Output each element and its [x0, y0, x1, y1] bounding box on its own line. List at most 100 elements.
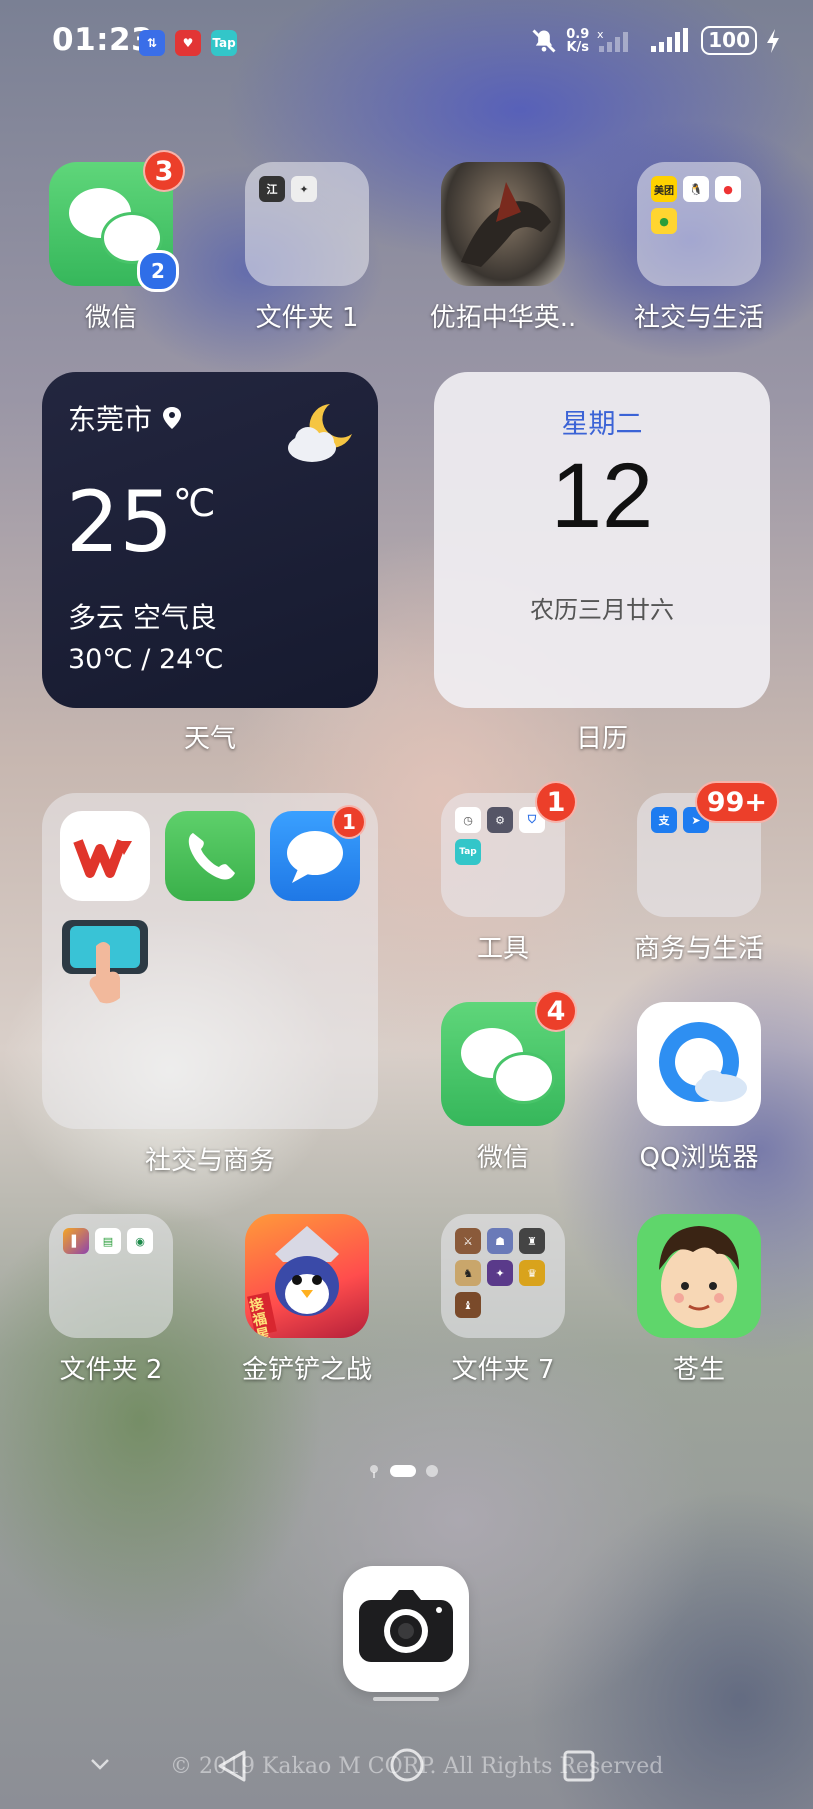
- status-right-group: 0.9 K/s x 100: [530, 26, 781, 55]
- weather-range: 30℃ / 24℃: [68, 644, 224, 675]
- taptap-icon: Tap: [455, 839, 481, 865]
- game-icon-7: ♝: [455, 1292, 481, 1318]
- app-label: 微信: [476, 1143, 529, 1173]
- net-speed-value: 0.9: [566, 26, 590, 42]
- dock-indicator: [373, 1697, 439, 1701]
- svg-text:x: x: [597, 28, 604, 41]
- music-icon: ●: [651, 208, 677, 234]
- status-time: 01:23: [52, 22, 154, 58]
- weather-temp: 25: [66, 473, 173, 571]
- folder-label: 文件夹 1: [255, 303, 359, 333]
- game-icon-6: ♛: [519, 1260, 545, 1286]
- widget-label-weather: 天气: [183, 724, 236, 754]
- net-speed: 0.9 K/s: [566, 28, 589, 54]
- app-label: 优拓中华英..: [429, 303, 577, 333]
- qq-browser-icon: [637, 1002, 761, 1126]
- notification-badge: 3: [143, 150, 185, 192]
- wechat-icon: 4: [441, 990, 577, 1126]
- game-icon-1: ⚔: [455, 1228, 481, 1254]
- weather-desc: 多云 空气良: [68, 601, 217, 634]
- folder-icon: 支 ➤ 99+: [637, 781, 779, 917]
- app-youtuo[interactable]: 优拓中华英..: [430, 162, 576, 333]
- cloudy-moon-icon: [288, 404, 352, 462]
- game-icon-3: ♜: [519, 1228, 545, 1254]
- folder-label: 社交与商务: [144, 1146, 275, 1176]
- folder-label: 文件夹 7: [451, 1355, 555, 1385]
- page-dot: [426, 1465, 438, 1477]
- heart-app-icon: ♥: [175, 30, 201, 56]
- app-label: 苍生: [672, 1355, 725, 1385]
- clone-app-badge: 2: [137, 250, 179, 292]
- signal-icon: [651, 27, 689, 52]
- app-label: 微信: [84, 303, 137, 333]
- messages-icon[interactable]: 1: [270, 805, 366, 901]
- camera-icon: [359, 1590, 453, 1662]
- folder-business-life[interactable]: 支 ➤ 99+ 商务与生活: [634, 781, 779, 964]
- folder-1[interactable]: 江 ✦ 文件夹 1: [245, 162, 369, 333]
- folder-2[interactable]: ▌ ▤ ◉ 文件夹 2: [49, 1214, 173, 1385]
- cangsheng-icon: [637, 1214, 761, 1338]
- horse-warrior-art: [461, 182, 551, 267]
- game-icon-4: ♞: [455, 1260, 481, 1286]
- signal-empty-icon: x: [597, 28, 629, 52]
- cartoon-boy-face: [659, 1226, 739, 1328]
- recents-button-icon[interactable]: [561, 1748, 597, 1784]
- app-wechat[interactable]: 3 2 微信: [49, 150, 185, 333]
- home-button-icon[interactable]: [388, 1746, 426, 1784]
- net-speed-unit: K/s: [566, 39, 590, 55]
- jianghu-game-icon: 江: [259, 176, 285, 202]
- app-label: 金铲铲之战: [241, 1355, 372, 1385]
- calendar-widget[interactable]: 星期二 12 农历三月廿六: [434, 372, 770, 708]
- jinchanchan-game-icon: 接福星: [245, 1214, 369, 1338]
- app-jinchanchan[interactable]: 接福星 金铲铲之战: [242, 1214, 372, 1385]
- map-pin-icon: ●: [715, 176, 741, 202]
- app-wechat-clone[interactable]: 4 微信: [441, 990, 577, 1173]
- folder-icon: 江 ✦: [245, 162, 369, 286]
- youtuo-game-icon: [441, 162, 565, 286]
- game-icon-2: ☗: [487, 1228, 513, 1254]
- alipay-icon: 支: [651, 807, 677, 833]
- folder-tools[interactable]: ◷ ⚙ ⛉ Tap 1 工具: [441, 781, 577, 964]
- temp-unit: ℃: [172, 481, 216, 525]
- download-icon: ⇅: [139, 30, 165, 56]
- folder-label: 文件夹 2: [59, 1355, 163, 1385]
- taptap-icon: Tap: [211, 30, 237, 56]
- paint-brush-icon: ▌: [63, 1228, 89, 1254]
- widget-label-calendar: 日历: [575, 724, 628, 754]
- notification-badge: 1: [535, 781, 577, 823]
- calendar-lunar: 农历三月廿六: [530, 596, 674, 624]
- notification-badge: 1: [332, 805, 366, 839]
- mute-bell-icon: [532, 28, 556, 53]
- notification-badge: 99+: [694, 781, 779, 823]
- app-qq-browser[interactable]: QQ浏览器: [637, 1002, 761, 1173]
- folder-7[interactable]: ⚔ ☗ ♜ ♞ ✦ ♛ ♝ 文件夹 7: [441, 1214, 565, 1385]
- battery-indicator: 100: [701, 26, 757, 55]
- game-app-icon: ✦: [291, 176, 317, 202]
- folder-label: 社交与生活: [633, 303, 764, 333]
- weather-widget[interactable]: 东莞市 25℃ 多云 空气良 30℃ / 24℃: [42, 372, 378, 708]
- folder-label: 工具: [476, 934, 529, 964]
- taptap-label: Tap: [212, 36, 236, 50]
- app-cangsheng[interactable]: 苍生: [637, 1214, 761, 1385]
- meituan-icon: 美团: [651, 176, 677, 202]
- charging-icon: [767, 28, 779, 53]
- bank-icon: ◉: [127, 1228, 153, 1254]
- page-dot-active: [390, 1465, 416, 1477]
- phone-icon[interactable]: [165, 811, 255, 901]
- qq-icon: 🐧: [683, 176, 709, 202]
- game-icon-5: ✦: [487, 1260, 513, 1286]
- calendar-day: 12: [550, 445, 654, 547]
- back-button-icon[interactable]: [214, 1748, 250, 1784]
- chevron-down-icon[interactable]: [88, 1752, 112, 1776]
- weather-city: 东莞市: [68, 403, 153, 436]
- wps-office-icon[interactable]: [60, 811, 150, 901]
- folder-label: 商务与生活: [633, 934, 764, 964]
- dock-camera-app[interactable]: [343, 1566, 469, 1692]
- notification-badge: 4: [535, 990, 577, 1032]
- settings-icon: ⚙: [487, 807, 513, 833]
- touch-assist-icon[interactable]: [60, 916, 150, 1006]
- big-folder-social-business[interactable]: 1: [42, 793, 378, 1129]
- folder-social-life[interactable]: 美团 🐧 ● ● 社交与生活: [634, 162, 764, 333]
- clock-icon: ◷: [455, 807, 481, 833]
- page-indicator[interactable]: [368, 1463, 438, 1479]
